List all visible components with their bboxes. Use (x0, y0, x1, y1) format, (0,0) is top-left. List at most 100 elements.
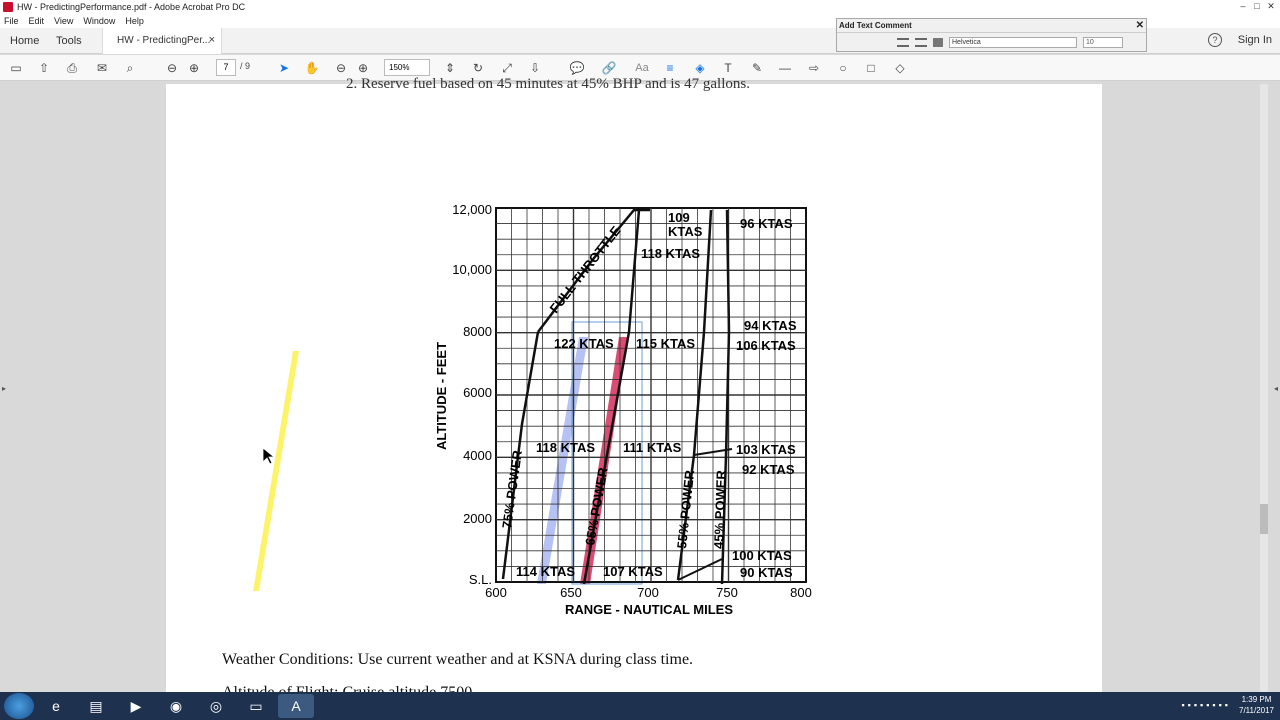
menu-edit[interactable]: Edit (29, 16, 45, 26)
document-area[interactable]: 2. Reserve fuel based on 45 minutes at 4… (8, 76, 1260, 701)
y-tick-4000: 4000 (463, 448, 492, 463)
save-icon[interactable]: ▭ (8, 60, 24, 76)
help-icon[interactable]: ? (1208, 33, 1222, 47)
link-icon[interactable]: 🔗 (601, 60, 617, 76)
close-window-button[interactable]: ✕ (1264, 0, 1278, 12)
rotate-icon[interactable]: ↻ (470, 60, 486, 76)
obs-icon[interactable]: ◎ (198, 694, 234, 718)
window-icon[interactable]: ▭ (238, 694, 274, 718)
ktas-103-label: 103 KTAS (736, 442, 796, 457)
x-tick-750: 750 (716, 585, 738, 600)
line-sl-cross (677, 558, 723, 581)
y-tick-6000: 6000 (463, 385, 492, 400)
tab-document[interactable]: HW - PredictingPer... × (102, 27, 222, 54)
maximize-button[interactable]: □ (1250, 0, 1264, 12)
x-tick-800: 800 (790, 585, 812, 600)
menu-view[interactable]: View (54, 16, 73, 26)
x-tick-600: 600 (485, 585, 507, 600)
power-75-label: 75% POWER (499, 449, 525, 530)
text-tool-icon[interactable]: T (720, 60, 736, 76)
text-color-swatch[interactable] (933, 38, 943, 47)
ktas-114-label: 114 KTAS (516, 564, 575, 579)
ktas-92-label: 92 KTAS (742, 462, 795, 477)
add-text-comment-panel: Add Text Comment ✕ Helvetica 10 (836, 18, 1147, 52)
tab-close-icon[interactable]: × (209, 34, 215, 46)
panel-title: Add Text Comment (837, 19, 1146, 33)
minimize-button[interactable]: – (1236, 0, 1250, 12)
comment-icon[interactable]: 💬 (569, 60, 585, 76)
acrobat-taskbar-icon[interactable]: A (278, 694, 314, 718)
clock[interactable]: 1:39 PM 7/11/2017 (1239, 694, 1274, 716)
weather-conditions-text: Weather Conditions: Use current weather … (222, 651, 694, 668)
arrow-icon[interactable]: ⇨ (806, 60, 822, 76)
ktas-109-label: 109 (668, 210, 690, 225)
scrollbar-thumb[interactable] (1260, 504, 1268, 534)
explorer-icon[interactable]: ▤ (78, 694, 114, 718)
ie-icon[interactable]: e (38, 694, 74, 718)
tab-document-label: HW - PredictingPer... (117, 35, 211, 46)
font-size-select[interactable]: 10 (1083, 37, 1123, 48)
zoom-in-icon[interactable]: ⊕ (355, 60, 371, 76)
power-65-label: 65% POWER (582, 466, 611, 547)
prev-page-icon[interactable]: ⊖ (164, 60, 180, 76)
menu-window[interactable]: Window (83, 16, 115, 26)
pdf-page[interactable]: 2. Reserve fuel based on 45 minutes at 4… (166, 76, 1102, 701)
title-bar: HW - PredictingPerformance.pdf - Adobe A… (0, 0, 1280, 14)
menu-file[interactable]: File (4, 16, 19, 26)
search-icon[interactable]: ⌕ (122, 60, 138, 76)
x-tick-700: 700 (637, 585, 659, 600)
y-tick-2000: 2000 (463, 511, 492, 526)
pencil-icon[interactable]: ✎ (749, 60, 765, 76)
mouse-cursor-icon (263, 448, 276, 465)
system-tray: ▪▪▪▪▪▪▪▪ 1:39 PM 7/11/2017 (1181, 694, 1274, 716)
circle-icon[interactable]: ○ (835, 60, 851, 76)
blue-highlight-mark (537, 337, 588, 584)
acrobat-icon (3, 2, 13, 12)
menu-help[interactable]: Help (125, 16, 144, 26)
hand-tool-icon[interactable]: ✋ (304, 60, 320, 76)
fill-tool-icon[interactable]: ◈ (692, 60, 708, 76)
print-icon[interactable]: ⎙ (64, 60, 80, 76)
ktas-109-unit: KTAS (668, 224, 703, 239)
ktas-107-label: 107 KTAS (603, 564, 663, 579)
right-panel-toggle-icon[interactable]: ◂ (1274, 384, 1278, 393)
tray-icons[interactable]: ▪▪▪▪▪▪▪▪ (1181, 700, 1231, 710)
fit-page-icon[interactable]: ⇕ (442, 60, 458, 76)
font-tool-icon[interactable]: Aa (634, 60, 650, 76)
underline-tool-icon[interactable]: ≡ (662, 60, 678, 76)
ktas-100-label: 100 KTAS (732, 548, 792, 563)
select-tool-icon[interactable]: ➤ (276, 60, 292, 76)
scroll-mode-icon[interactable]: ⇩ (527, 60, 543, 76)
media-icon[interactable]: ▶ (118, 694, 154, 718)
left-panel-toggle-icon[interactable]: ▸ (2, 384, 6, 393)
vertical-scrollbar[interactable] (1260, 84, 1268, 692)
tab-tools[interactable]: Tools (56, 35, 96, 47)
panel-close-icon[interactable]: ✕ (1136, 20, 1144, 31)
upload-icon[interactable]: ⇧ (36, 60, 52, 76)
y-tick-12000: 12,000 (452, 202, 492, 217)
ktas-115-label: 115 KTAS (636, 336, 695, 351)
zoom-select[interactable]: 150% (384, 59, 430, 76)
tab-home[interactable]: Home (10, 35, 46, 47)
zoom-out-icon[interactable]: ⊖ (333, 60, 349, 76)
ktas-118-top-label: 118 KTAS (641, 246, 700, 261)
ktas-90-label: 90 KTAS (740, 565, 793, 580)
start-button[interactable] (4, 693, 34, 719)
clock-date: 7/11/2017 (1239, 706, 1274, 715)
chrome-icon[interactable]: ◉ (158, 694, 194, 718)
range-chart: ALTITUDE - FEET RANGE - NAUTICAL MILES S… (253, 202, 812, 617)
paragraph-spacing-icon[interactable] (915, 38, 927, 47)
next-page-icon[interactable]: ⊕ (186, 60, 202, 76)
rectangle-icon[interactable]: □ (863, 60, 879, 76)
line-spacing-icon[interactable] (897, 38, 909, 47)
font-select[interactable]: Helvetica (949, 37, 1077, 48)
window-title: HW - PredictingPerformance.pdf - Adobe A… (17, 2, 246, 12)
sign-in-link[interactable]: Sign In (1238, 34, 1272, 46)
ktas-111-label: 111 KTAS (623, 440, 682, 455)
line-icon[interactable]: — (777, 60, 793, 76)
chart-grid (495, 207, 807, 583)
email-icon[interactable]: ✉ (94, 60, 110, 76)
page-number-input[interactable]: 7 (216, 59, 236, 76)
full-screen-icon[interactable]: ⤢ (499, 60, 515, 76)
polygon-icon[interactable]: ◇ (892, 60, 908, 76)
